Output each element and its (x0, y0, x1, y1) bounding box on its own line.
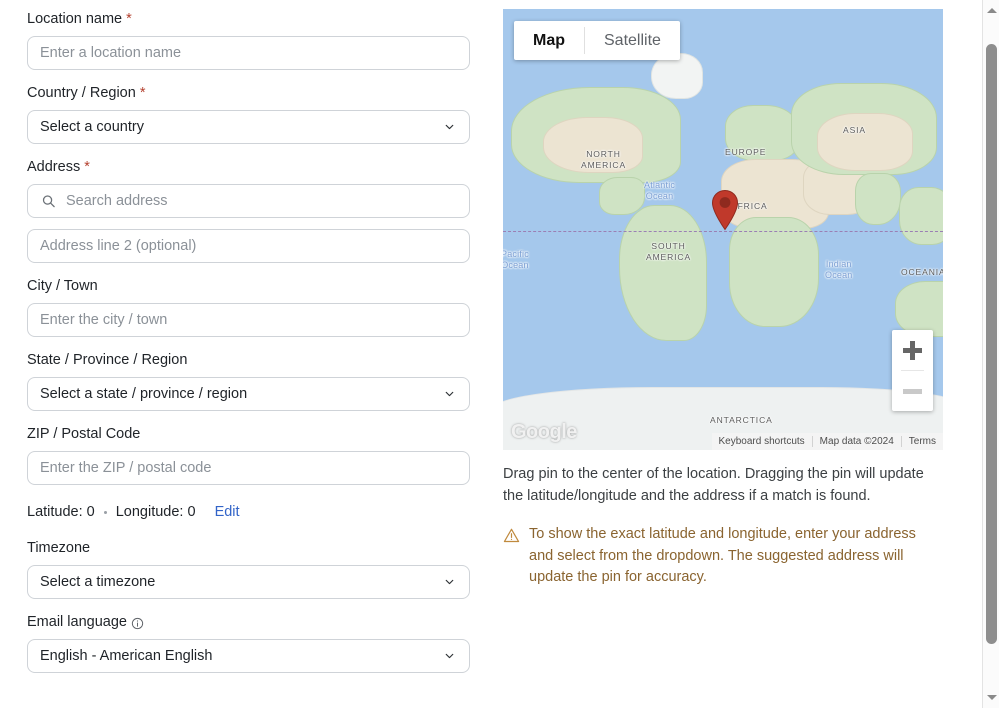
triangle-up-icon (986, 8, 997, 13)
map-type-toggle: Map Satellite (514, 21, 680, 60)
search-address-input[interactable]: Search address (27, 184, 470, 218)
map-type-tab-satellite[interactable]: Satellite (585, 21, 680, 60)
input-zip-postal-code[interactable]: Enter the ZIP / postal code (27, 451, 470, 485)
label-text: City / Town (27, 278, 98, 294)
location-form-page: Location name * Enter a location name Co… (0, 0, 999, 708)
placeholder-text: Enter a location name (40, 45, 182, 61)
label-state-province-region: State / Province / Region (27, 350, 470, 370)
required-marker: * (126, 11, 132, 27)
scroll-down-button[interactable] (983, 689, 999, 706)
input-address-line-2[interactable]: Address line 2 (optional) (27, 229, 470, 263)
location-pin-icon[interactable] (711, 189, 739, 231)
plus-icon (903, 340, 922, 360)
landmass-australia (895, 281, 943, 337)
zoom-out-button[interactable] (892, 371, 933, 411)
zoom-in-button[interactable] (892, 330, 933, 370)
field-state-province-region: State / Province / Region Select a state… (27, 350, 470, 411)
field-address: Address * Search address Address line 2 … (27, 157, 470, 263)
chevron-down-icon (443, 650, 456, 663)
select-timezone[interactable]: Select a timezone (27, 565, 470, 599)
label-text: Location name (27, 11, 123, 27)
chevron-down-icon (443, 121, 456, 134)
scrollbar-thumb[interactable] (986, 44, 997, 644)
required-marker: * (84, 159, 90, 175)
label-text: Timezone (27, 540, 91, 556)
required-marker: * (139, 85, 146, 101)
warning-text: To show the exact latitude and longitude… (529, 526, 916, 585)
map-label-oceania: OCEANIA (901, 267, 943, 277)
map-label-atlantic-ocean: Atlantic Ocean (644, 180, 676, 201)
label-country-region: Country / Region * (27, 83, 470, 103)
select-country-region[interactable]: Select a country (27, 110, 470, 144)
label-address: Address * (27, 157, 470, 177)
latitude-value: Latitude: 0 (27, 504, 95, 520)
field-country-region: Country / Region * Select a country (27, 83, 470, 144)
field-city-town: City / Town Enter the city / town (27, 276, 470, 337)
label-text: Email language (27, 614, 127, 630)
field-email-language: Email language English - American Englis… (27, 612, 470, 673)
field-timezone: Timezone Select a timezone (27, 538, 470, 599)
label-timezone: Timezone (27, 538, 470, 558)
longitude-value: Longitude: 0 (115, 504, 196, 520)
placeholder-text: Enter the ZIP / postal code (40, 460, 212, 476)
label-text: State / Province / Region (27, 352, 188, 368)
label-location-name: Location name * (27, 9, 470, 29)
google-watermark: Google (511, 421, 577, 443)
label-text: Country / Region (27, 85, 136, 101)
select-value: Select a country (40, 119, 144, 135)
location-form: Location name * Enter a location name Co… (27, 0, 470, 686)
select-value: Select a timezone (40, 574, 156, 590)
map-zoom-controls (892, 330, 933, 411)
search-icon (41, 194, 56, 209)
edit-coordinates-link[interactable]: Edit (215, 504, 240, 520)
coordinates-row: Latitude: 0 Longitude: 0 Edit (27, 504, 470, 520)
keyboard-shortcuts-link[interactable]: Keyboard shortcuts (712, 436, 812, 447)
label-text: Address (27, 159, 81, 175)
placeholder-text: Search address (66, 193, 168, 209)
map-panel: NORTH AMERICA SOUTH AMERICA EUROPE AFRIC… (503, 9, 943, 589)
map-label-asia: ASIA (843, 125, 866, 135)
label-text: ZIP / Postal Code (27, 426, 141, 442)
map-label-europe: EUROPE (725, 147, 767, 157)
warning-triangle-icon (503, 527, 520, 544)
map-label-pacific-ocean: Pacific Ocean (503, 249, 529, 270)
input-location-name[interactable]: Enter a location name (27, 36, 470, 70)
chevron-down-icon (443, 576, 456, 589)
label-email-language: Email language (27, 612, 470, 632)
select-state-province-region[interactable]: Select a state / province / region (27, 377, 470, 411)
placeholder-text: Address line 2 (optional) (40, 238, 197, 254)
chevron-down-icon (443, 388, 456, 401)
map-label-north-america: NORTH AMERICA (581, 149, 627, 170)
map-label-south-america: SOUTH AMERICA (646, 241, 692, 262)
bullet-separator-icon (103, 510, 107, 514)
map-label-indian-ocean: Indian Ocean (825, 259, 853, 280)
select-email-language[interactable]: English - American English (27, 639, 470, 673)
triangle-down-icon (986, 695, 997, 700)
select-value: English - American English (40, 648, 213, 664)
terms-link[interactable]: Terms (900, 436, 943, 447)
label-zip-postal-code: ZIP / Postal Code (27, 424, 470, 444)
minus-icon (903, 388, 922, 394)
field-location-name: Location name * Enter a location name (27, 9, 470, 70)
map-label-antarctica: ANTARCTICA (710, 415, 773, 425)
landmass-central-asia (817, 113, 913, 171)
page-scrollbar[interactable] (982, 0, 999, 708)
accuracy-warning: To show the exact latitude and longitude… (503, 524, 943, 589)
drag-pin-help-text: Drag pin to the center of the location. … (503, 466, 924, 504)
label-city-town: City / Town (27, 276, 470, 296)
scroll-up-button[interactable] (983, 2, 999, 19)
field-zip-postal-code: ZIP / Postal Code Enter the ZIP / postal… (27, 424, 470, 485)
world-map[interactable]: NORTH AMERICA SOUTH AMERICA EUROPE AFRIC… (503, 9, 943, 450)
landmass-india (855, 173, 901, 225)
placeholder-text: Enter the city / town (40, 312, 168, 328)
map-attribution-bar: Keyboard shortcuts Map data ©2024 Terms (711, 433, 943, 450)
equator-line (503, 231, 943, 232)
map-data-copyright: Map data ©2024 (811, 436, 901, 447)
select-value: Select a state / province / region (40, 386, 248, 402)
landmass-southeast-asia (899, 187, 943, 245)
map-type-tab-map[interactable]: Map (514, 21, 584, 60)
landmass-sub-saharan-africa (729, 217, 819, 327)
input-city-town[interactable]: Enter the city / town (27, 303, 470, 337)
info-icon[interactable] (131, 616, 144, 629)
